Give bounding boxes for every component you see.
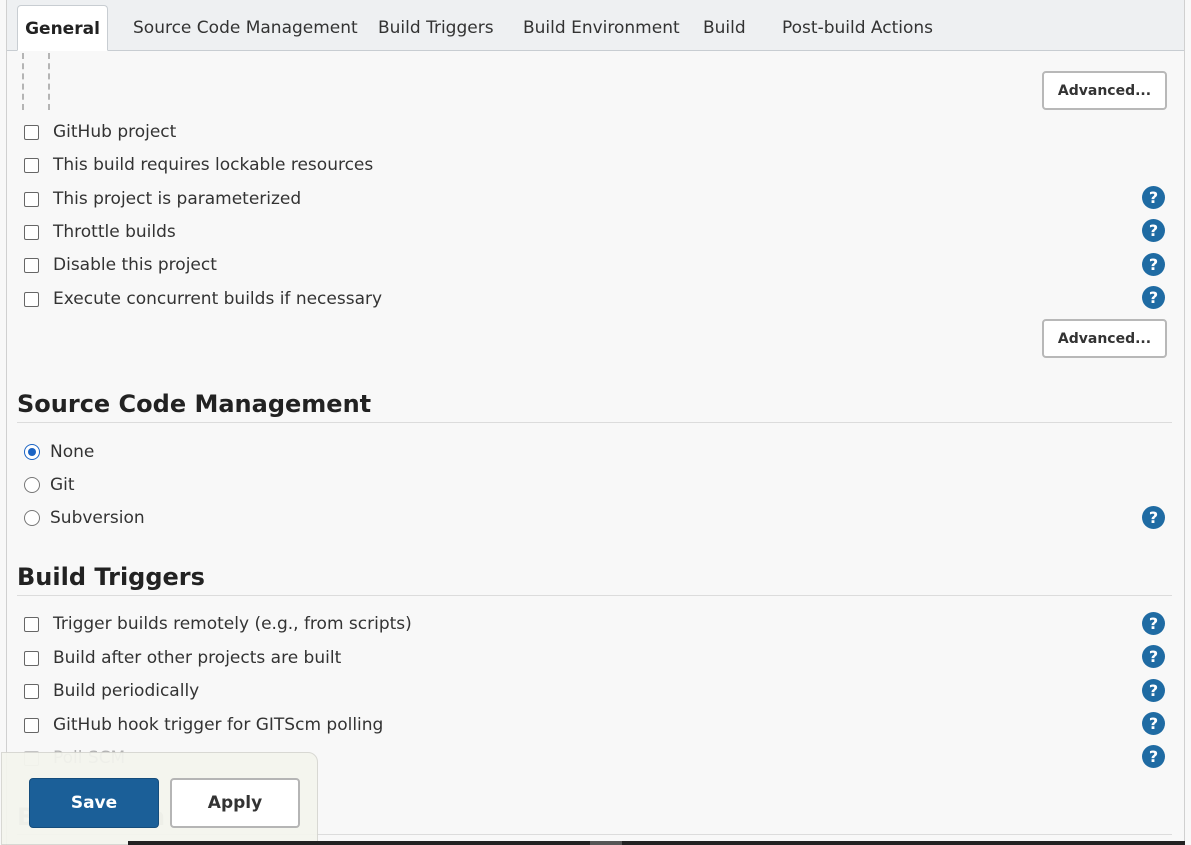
checkbox[interactable] xyxy=(24,717,39,733)
checkbox[interactable] xyxy=(24,157,39,173)
trigger-option-remote[interactable]: Trigger builds remotely (e.g., from scri… xyxy=(21,612,412,636)
scm-option-none[interactable]: None xyxy=(21,440,94,464)
checkbox[interactable] xyxy=(24,224,39,240)
option-label: Execute concurrent builds if necessary xyxy=(53,289,383,309)
section-divider xyxy=(17,422,1172,423)
radio-button[interactable] xyxy=(24,477,40,493)
checkbox[interactable] xyxy=(24,683,39,699)
option-label: Build after other projects are built xyxy=(53,648,342,668)
option-label: GitHub hook trigger for GITScm polling xyxy=(53,715,384,735)
tab-general[interactable]: General xyxy=(17,5,108,51)
option-label: Throttle builds xyxy=(53,222,176,242)
checkbox[interactable] xyxy=(24,291,39,307)
option-label: Disable this project xyxy=(53,255,217,275)
advanced-button[interactable]: Advanced... xyxy=(1042,71,1167,110)
help-icon[interactable]: ? xyxy=(1142,286,1165,309)
option-throttle-builds[interactable]: Throttle builds xyxy=(21,220,176,244)
radio-button[interactable] xyxy=(24,510,40,526)
help-icon[interactable]: ? xyxy=(1142,645,1165,668)
scm-option-subversion[interactable]: Subversion xyxy=(21,506,145,530)
section-divider xyxy=(17,595,1172,596)
scm-option-git[interactable]: Git xyxy=(21,473,75,497)
option-label: Build periodically xyxy=(53,681,200,701)
option-label: None xyxy=(50,442,95,462)
option-label: GitHub project xyxy=(53,122,177,142)
help-icon[interactable]: ? xyxy=(1142,186,1165,209)
option-label: This project is parameterized xyxy=(53,189,302,209)
option-lockable-resources[interactable]: This build requires lockable resources xyxy=(21,153,373,177)
option-label: This build requires lockable resources xyxy=(53,155,374,175)
option-concurrent-builds[interactable]: Execute concurrent builds if necessary xyxy=(21,287,382,311)
checkbox[interactable] xyxy=(24,124,39,140)
horizontal-scrollbar-thumb[interactable] xyxy=(590,841,622,845)
option-parameterized[interactable]: This project is parameterized xyxy=(21,187,301,211)
tree-guide-line xyxy=(22,53,24,110)
advanced-button[interactable]: Advanced... xyxy=(1042,319,1167,358)
save-button[interactable]: Save xyxy=(29,778,159,828)
tab-build-triggers[interactable]: Build Triggers xyxy=(378,5,494,51)
help-icon[interactable]: ? xyxy=(1142,712,1165,735)
tab-source-code-management[interactable]: Source Code Management xyxy=(133,5,358,51)
trigger-option-periodically[interactable]: Build periodically xyxy=(21,679,199,703)
section-title-build-triggers: Build Triggers xyxy=(17,563,205,591)
tab-post-build-actions[interactable]: Post-build Actions xyxy=(782,5,933,51)
checkbox[interactable] xyxy=(24,257,39,273)
help-icon[interactable]: ? xyxy=(1142,612,1165,635)
option-github-project[interactable]: GitHub project xyxy=(21,120,176,144)
checkbox[interactable] xyxy=(24,191,39,207)
tab-build[interactable]: Build xyxy=(703,5,746,51)
trigger-option-github-hook[interactable]: GitHub hook trigger for GITScm polling xyxy=(21,713,383,737)
option-label: Git xyxy=(50,475,75,495)
job-config-page: General Source Code Management Build Tri… xyxy=(1,0,1185,845)
checkbox[interactable] xyxy=(24,616,39,632)
help-icon[interactable]: ? xyxy=(1142,219,1165,242)
apply-button[interactable]: Apply xyxy=(170,778,300,828)
config-tabbar: General Source Code Management Build Tri… xyxy=(7,0,1184,51)
help-icon[interactable]: ? xyxy=(1142,745,1165,768)
option-disable-project[interactable]: Disable this project xyxy=(21,253,217,277)
horizontal-scrollbar-track[interactable] xyxy=(128,841,1185,845)
trigger-option-after-other[interactable]: Build after other projects are built xyxy=(21,646,341,670)
help-icon[interactable]: ? xyxy=(1142,679,1165,702)
tree-guide-line xyxy=(48,53,50,110)
checkbox[interactable] xyxy=(24,650,39,666)
tab-build-environment[interactable]: Build Environment xyxy=(523,5,680,51)
option-label: Trigger builds remotely (e.g., from scri… xyxy=(53,614,412,634)
option-label: Subversion xyxy=(50,508,145,528)
help-icon[interactable]: ? xyxy=(1142,506,1165,529)
section-title-scm: Source Code Management xyxy=(17,390,372,418)
radio-button[interactable] xyxy=(24,444,40,460)
help-icon[interactable]: ? xyxy=(1142,253,1165,276)
